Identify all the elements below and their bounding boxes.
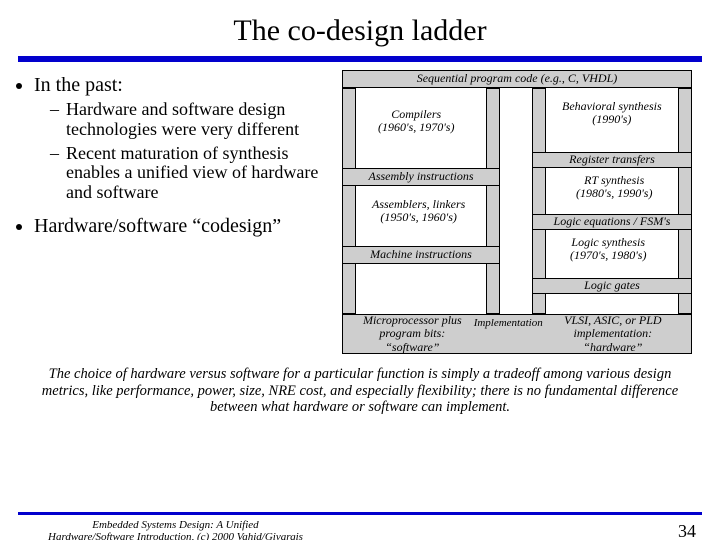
- box-gates: Logic gates: [532, 278, 692, 294]
- bullet-codesign: Hardware/software “codesign”: [34, 215, 336, 237]
- footer-book: Embedded Systems Design: A Unified: [48, 519, 303, 532]
- box-machine: Machine instructions: [342, 246, 500, 264]
- footer-attr: Hardware/Software Introduction, (c) 2000…: [48, 531, 303, 540]
- box-impl: Microprocessor plus program bits: “softw…: [342, 314, 692, 354]
- bullet-past-text: In the past:: [34, 74, 123, 96]
- ladder-top: Sequential program code (e.g., C, VHDL): [342, 70, 692, 88]
- label-rtsyn: RT synthesis (1980's, 1990's): [576, 174, 652, 200]
- bullet-past-sub2: Recent maturation of synthesis enables a…: [52, 144, 336, 203]
- impl-left: Microprocessor plus program bits: “softw…: [351, 314, 474, 354]
- impl-right: VLSI, ASIC, or PLD implementation: “hard…: [543, 314, 683, 354]
- slide-footer: Embedded Systems Design: A Unified Hardw…: [0, 512, 720, 540]
- label-assemblers: Assemblers, linkers (1950's, 1960's): [372, 198, 465, 224]
- impl-left-2: program bits: “software”: [351, 327, 474, 353]
- bullet-past: In the past: Hardware and software desig…: [34, 74, 336, 203]
- box-gates-text: Logic gates: [584, 279, 640, 292]
- left-pillar: [342, 88, 356, 314]
- box-logeq: Logic equations / FSM's: [532, 214, 692, 230]
- label-rtsyn-sub: (1980's, 1990's): [576, 187, 652, 200]
- bullet-past-sub1: Hardware and software design technologie…: [52, 100, 336, 140]
- impl-center-label: Implementation: [474, 317, 543, 329]
- footer-rule: [18, 512, 702, 515]
- label-beh-sub: (1990's): [562, 113, 662, 126]
- footer-row: Embedded Systems Design: A Unified Hardw…: [0, 519, 720, 540]
- footer-attribution: Embedded Systems Design: A Unified Hardw…: [48, 519, 303, 540]
- label-beh: Behavioral synthesis (1990's): [562, 100, 662, 126]
- box-regxfer-text: Register transfers: [569, 153, 655, 166]
- label-compilers: Compilers (1960's, 1970's): [378, 108, 454, 134]
- slide: The co-design ladder In the past: Hardwa…: [0, 14, 720, 540]
- box-machine-text: Machine instructions: [370, 248, 472, 261]
- box-logeq-text: Logic equations / FSM's: [554, 215, 671, 228]
- box-assembly-text: Assembly instructions: [369, 170, 474, 183]
- left-pillar-2: [486, 88, 500, 314]
- label-logsyn-sub: (1970's, 1980's): [570, 249, 646, 262]
- ladder-diagram: Sequential program code (e.g., C, VHDL) …: [342, 70, 706, 360]
- ladder-top-text: Sequential program code (e.g., C, VHDL): [417, 72, 618, 85]
- bullet-column: In the past: Hardware and software desig…: [14, 70, 336, 360]
- box-regxfer: Register transfers: [532, 152, 692, 168]
- label-logsyn: Logic synthesis (1970's, 1980's): [570, 236, 646, 262]
- label-assemblers-sub: (1950's, 1960's): [372, 211, 465, 224]
- slide-title: The co-design ladder: [0, 14, 720, 48]
- footer-page-number: 34: [678, 521, 696, 540]
- slide-caption: The choice of hardware versus software f…: [0, 360, 720, 416]
- label-compilers-sub: (1960's, 1970's): [378, 121, 454, 134]
- slide-body: In the past: Hardware and software desig…: [0, 70, 720, 360]
- impl-right-2: implementation: “hardware”: [543, 327, 683, 353]
- box-assembly: Assembly instructions: [342, 168, 500, 186]
- title-rule: [18, 56, 702, 62]
